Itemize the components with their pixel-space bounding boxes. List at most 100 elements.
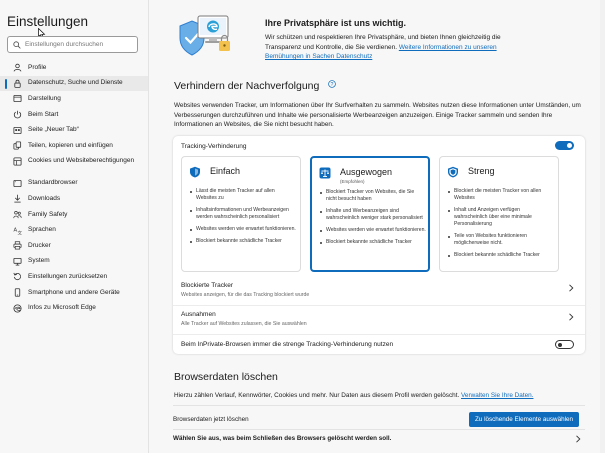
tracking-card-strict[interactable]: Streng Blockiert die meisten Tracker von…: [439, 156, 559, 272]
card-point: Blockiert bekannte schädliche Tracker: [446, 252, 554, 259]
printer-icon: [13, 241, 22, 250]
balanced-scale-icon: [319, 167, 331, 179]
sidebar-item-label: Profile: [28, 63, 47, 71]
settings-search-box[interactable]: [7, 36, 138, 53]
browsing-data-title: Browserdaten löschen: [174, 371, 278, 383]
appearance-icon: [13, 95, 22, 103]
clear-on-close-row[interactable]: Wählen Sie aus, was beim Schließen des B…: [173, 435, 585, 443]
inprivate-strict-toggle[interactable]: [555, 340, 574, 349]
profile-icon: [13, 64, 22, 72]
svg-text:文: 文: [18, 229, 23, 234]
clear-now-label: Browserdaten jetzt löschen: [173, 416, 249, 423]
row-divider: [173, 334, 585, 335]
card-point: Teile von Websites funktionieren möglich…: [446, 233, 554, 247]
sidebar: Einstellungen Profile Datenschutz, Suche…: [0, 0, 149, 453]
card-subtitle: (Empfohlen): [340, 179, 365, 184]
exceptions-row[interactable]: Ausnahmen Alle Tracker auf Websites zula…: [181, 311, 578, 327]
reset-icon: [13, 273, 21, 281]
sidebar-item-default-browser[interactable]: Standardbrowser: [0, 176, 148, 192]
sidebar-item-label: Infos zu Microsoft Edge: [28, 304, 96, 312]
privacy-banner-title: Ihre Privatsphäre ist uns wichtig.: [265, 18, 407, 28]
card-point: Blockiert bekannte schädliche Tracker: [318, 239, 426, 246]
phone-icon: [14, 288, 21, 297]
row-divider: [173, 305, 585, 306]
sidebar-item-about[interactable]: Infos zu Microsoft Edge: [0, 300, 148, 316]
card-point: Lässt die meisten Tracker auf allen Webs…: [188, 188, 296, 202]
exceptions-subtitle: Alle Tracker auf Websites zulassen, die …: [181, 321, 307, 327]
tracking-prevention-toggle[interactable]: [555, 141, 574, 150]
sidebar-item-new-tab[interactable]: Seite „Neuer Tab“: [0, 122, 148, 138]
help-icon[interactable]: ?: [328, 80, 337, 88]
sidebar-item-cookies[interactable]: Cookies und Websiteberechtigungen: [0, 154, 148, 176]
manage-data-link[interactable]: Verwalten Sie Ihre Daten.: [461, 392, 533, 399]
language-icon: A文: [13, 227, 23, 235]
sidebar-item-label: Downloads: [28, 194, 61, 202]
sidebar-item-system[interactable]: System: [0, 254, 148, 270]
card-point: Inhaltsinformationen und Werbeanzeigen w…: [188, 207, 296, 221]
card-point: Websites werden wie erwartet funktionier…: [188, 226, 296, 233]
new-tab-icon: [13, 126, 22, 134]
card-title: Streng: [468, 166, 495, 176]
sidebar-item-label: Sprachen: [28, 226, 56, 234]
browsing-data-description: Hierzu zählen Verlauf, Kennwörter, Cooki…: [174, 392, 533, 399]
card-point: Blockiert bekannte schädliche Tracker: [188, 238, 296, 245]
browsing-data-description-text: Hierzu zählen Verlauf, Kennwörter, Cooki…: [174, 392, 462, 399]
svg-text:?: ?: [331, 82, 334, 88]
sidebar-item-label: Smartphone und andere Geräte: [28, 288, 120, 296]
chevron-right-icon: [576, 435, 581, 443]
settings-search-input[interactable]: [25, 41, 135, 48]
sidebar-item-family-safety[interactable]: Family Safety: [0, 207, 148, 223]
sidebar-item-label: Drucker: [28, 241, 51, 249]
card-points: Blockiert Tracker von Websites, die Sie …: [318, 189, 426, 251]
sidebar-item-label: Teilen, kopieren und einfügen: [28, 141, 113, 149]
strict-shield-icon: [448, 166, 458, 178]
inprivate-strict-label: Beim InPrivate-Browsen immer die strenge…: [181, 341, 394, 348]
card-points: Blockiert die meisten Tracker von allen …: [446, 188, 554, 264]
lock-icon: [14, 79, 21, 88]
card-point: Inhalte und Werbeanzeigen sind wahrschei…: [318, 208, 426, 222]
tracking-card-basic[interactable]: Einfach Lässt die meisten Tracker auf al…: [181, 156, 301, 272]
scrollbar[interactable]: [600, 0, 605, 453]
chevron-right-icon: [569, 313, 574, 321]
sidebar-item-startup[interactable]: Beim Start: [0, 107, 148, 123]
sidebar-item-profile[interactable]: Profile: [0, 60, 148, 76]
card-title: Einfach: [210, 166, 241, 176]
sidebar-item-share[interactable]: Teilen, kopieren und einfügen: [0, 138, 148, 154]
sidebar-nav: Profile Datenschutz, Suche und Dienste D…: [0, 60, 148, 316]
sidebar-item-reset[interactable]: Einstellungen zurücksetzen: [0, 269, 148, 285]
section-divider: [173, 405, 585, 406]
inprivate-strict-row: Beim InPrivate-Browsen immer die strenge…: [181, 340, 578, 349]
system-icon: [13, 257, 22, 266]
search-icon: [13, 40, 21, 49]
tracking-panel: Tracking-Verhinderung Einfach Lässt die …: [173, 136, 585, 354]
sidebar-item-downloads[interactable]: Downloads: [0, 191, 148, 207]
edge-icon: [13, 304, 22, 313]
choose-what-to-clear-button[interactable]: Zu löschende Elemente auswählen: [468, 412, 579, 427]
card-title: Ausgewogen: [340, 167, 393, 177]
power-icon: [13, 110, 22, 119]
sidebar-item-appearance[interactable]: Darstellung: [0, 91, 148, 107]
card-point: Inhalt und Anzeigen verfügen wahrscheinl…: [446, 207, 554, 228]
sidebar-item-printers[interactable]: Drucker: [0, 238, 148, 254]
tracking-section-title: Verhindern der Nachverfolgung ?: [174, 80, 337, 92]
settings-title: Einstellungen: [7, 14, 89, 29]
cookies-icon: [13, 157, 22, 166]
privacy-banner: Ihre Privatsphäre ist uns wichtig. Wir s…: [172, 10, 592, 66]
clear-on-close-label: Wählen Sie aus, was beim Schließen des B…: [173, 435, 392, 442]
sidebar-item-label: Family Safety: [28, 210, 68, 218]
sidebar-item-languages[interactable]: A文 Sprachen: [0, 222, 148, 238]
chevron-right-icon: [569, 284, 574, 292]
tracking-section-title-text: Verhindern der Nachverfolgung: [174, 80, 320, 92]
tracking-card-balanced[interactable]: Ausgewogen (Empfohlen) Blockiert Tracker…: [310, 156, 430, 272]
sidebar-item-label: Standardbrowser: [28, 179, 78, 187]
sidebar-item-phone[interactable]: Smartphone und andere Geräte: [0, 285, 148, 301]
section-divider: [173, 429, 585, 430]
share-icon: [13, 141, 22, 150]
blocked-trackers-row[interactable]: Blockierte Tracker Websites anzeigen, fü…: [181, 282, 578, 298]
sidebar-item-label: System: [28, 257, 50, 265]
card-point: Websites werden wie erwartet funktionier…: [318, 227, 426, 234]
basic-shield-icon: [190, 166, 200, 178]
main-content: Ihre Privatsphäre ist uns wichtig. Wir s…: [150, 0, 605, 453]
family-icon: [13, 211, 22, 219]
sidebar-item-privacy[interactable]: Datenschutz, Suche und Dienste: [0, 75, 148, 92]
